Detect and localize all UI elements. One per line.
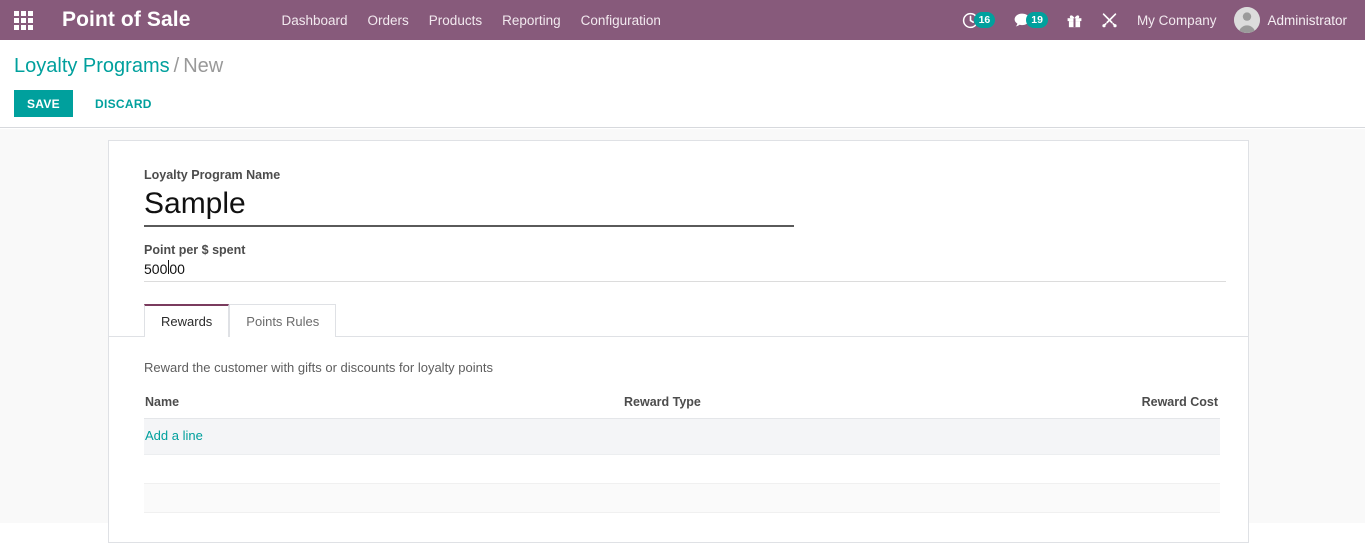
menu-item-configuration[interactable]: Configuration: [571, 13, 671, 28]
company-switcher[interactable]: My Company: [1127, 13, 1227, 28]
rewards-hint-text: Reward the customer with gifts or discou…: [144, 360, 493, 375]
table-header-row: Name Reward Type Reward Cost: [144, 395, 1220, 419]
tools-icon: [1102, 12, 1117, 27]
column-header-reward-type: Reward Type: [624, 395, 1102, 419]
rewards-table-head: Name Reward Type Reward Cost: [144, 395, 1220, 419]
table-row: [144, 454, 1220, 484]
points-field-group: Point per $ spent 500 00: [144, 242, 1226, 282]
control-panel-buttons: SAVE DISCARD: [14, 90, 164, 117]
table-row: [144, 512, 1220, 542]
add-a-line-row[interactable]: Add a line: [144, 418, 1220, 455]
menu-item-orders[interactable]: Orders: [358, 13, 419, 28]
add-a-line-link[interactable]: Add a line: [145, 428, 203, 443]
empty-cell: [144, 454, 1220, 484]
gift-menu-button[interactable]: [1057, 0, 1092, 40]
notebook-tabs: Rewards Points Rules: [109, 303, 1248, 337]
breadcrumb-current: New: [183, 55, 224, 77]
save-button[interactable]: SAVE: [14, 90, 73, 117]
breadcrumb-separator: /: [173, 55, 180, 77]
points-per-dollar-input[interactable]: 500 00: [144, 260, 1226, 282]
systray: 16 19 My Company Administrator: [953, 0, 1365, 40]
empty-cell: [144, 512, 1220, 542]
rewards-table: Name Reward Type Reward Cost Add a line: [144, 395, 1220, 542]
points-field-label: Point per $ spent: [144, 243, 246, 257]
top-navbar: Point of Sale Dashboard Orders Products …: [0, 0, 1365, 40]
gift-icon: [1067, 14, 1082, 27]
user-name-label: Administrator: [1267, 12, 1347, 28]
column-header-name: Name: [144, 395, 624, 419]
menu-item-products[interactable]: Products: [419, 13, 492, 28]
form-sheet: Loyalty Program Name Point per $ spent 5…: [108, 140, 1249, 543]
activities-menu-button[interactable]: 16: [953, 0, 1005, 40]
app-brand-title[interactable]: Point of Sale: [62, 8, 190, 32]
page-body: Loyalty Program Name Point per $ spent 5…: [0, 129, 1365, 543]
menu-item-reporting[interactable]: Reporting: [492, 13, 571, 28]
empty-cell: [144, 483, 1220, 513]
name-field-label: Loyalty Program Name: [144, 168, 281, 182]
loyalty-program-name-input[interactable]: [144, 185, 794, 227]
tab-points-rules[interactable]: Points Rules: [229, 304, 337, 337]
points-value-before-caret: 500: [144, 261, 168, 277]
main-menu: Dashboard Orders Products Reporting Conf…: [271, 13, 670, 28]
user-avatar-icon: [1234, 7, 1261, 33]
rewards-table-body: Add a line: [144, 418, 1220, 542]
apps-grid-icon: [13, 10, 33, 30]
table-row: [144, 483, 1220, 513]
column-header-reward-cost: Reward Cost: [1102, 395, 1220, 419]
tab-rewards[interactable]: Rewards: [144, 304, 230, 337]
avatar: [1234, 7, 1261, 33]
discard-button[interactable]: DISCARD: [83, 90, 164, 117]
breadcrumb: Loyalty Programs / New: [14, 53, 223, 79]
name-field-group: Loyalty Program Name: [144, 167, 1213, 227]
apps-menu-button[interactable]: [0, 0, 46, 40]
activities-count-badge: 16: [973, 11, 996, 29]
add-a-line-cell[interactable]: Add a line: [144, 418, 1220, 455]
menu-item-dashboard[interactable]: Dashboard: [271, 13, 357, 28]
points-value-after-caret: 00: [169, 261, 185, 277]
messages-count-badge: 19: [1026, 11, 1048, 29]
tools-menu-button[interactable]: [1092, 0, 1127, 40]
user-menu-button[interactable]: Administrator: [1226, 7, 1351, 33]
control-panel: Loyalty Programs / New SAVE DISCARD: [0, 40, 1365, 128]
rewards-pane: Reward the customer with gifts or discou…: [144, 337, 1220, 542]
breadcrumb-parent-link[interactable]: Loyalty Programs: [14, 55, 170, 77]
notebook: Rewards Points Rules Reward the customer…: [109, 303, 1248, 542]
messages-menu-button[interactable]: 19: [1004, 0, 1057, 40]
